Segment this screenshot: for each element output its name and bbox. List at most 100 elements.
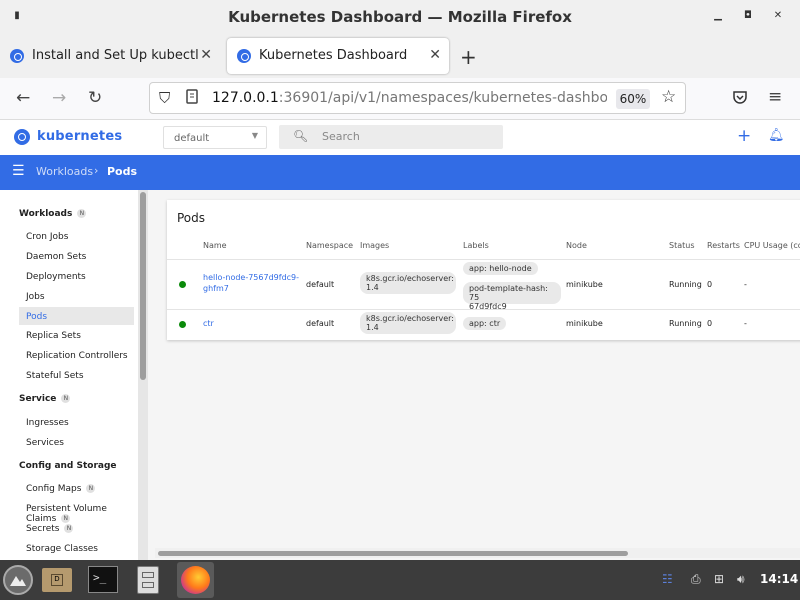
column-header-labels: Labels (463, 241, 489, 250)
main-horizontal-scrollbar-thumb[interactable] (158, 551, 628, 556)
hamburger-menu-icon[interactable]: ☰ (12, 163, 25, 179)
breadcrumb-workloads[interactable]: Workloads (36, 165, 93, 178)
sidebar-item-storage-classes[interactable]: Storage Classes (26, 544, 98, 554)
column-header-namespace[interactable]: Namespace (306, 241, 353, 250)
brand-name[interactable]: kubernetes (37, 129, 122, 144)
maximize-icon[interactable]: ◘ (741, 9, 755, 23)
search-input[interactable]: 🔍︎ Search (279, 125, 503, 149)
sidebar-scrollbar-thumb[interactable] (140, 192, 146, 380)
kubernetes-favicon-icon (10, 49, 24, 63)
taskbar: D >_ ☷ ⎙ ⊞ 🔊︎ 14:14 (0, 560, 800, 600)
sidebar-item-daemon-sets[interactable]: Daemon Sets (26, 252, 86, 262)
sidebar-section-workloads[interactable]: Workloads N (19, 209, 87, 219)
tab-kubectl-install[interactable]: Install and Set Up kubectl on ✕ (0, 38, 220, 74)
close-tab-icon[interactable]: ✕ (429, 47, 441, 63)
label-chip: pod-template-hash: 75 67d9fdc9 (463, 282, 561, 311)
firefox-taskbar-icon[interactable] (177, 562, 214, 598)
namespace-value: default (174, 133, 210, 144)
tab-strip: Install and Set Up kubectl on ✕ Kubernet… (0, 34, 800, 78)
sidebar-item-replica-sets[interactable]: Replica Sets (26, 331, 81, 341)
reload-icon[interactable]: ↻ (88, 88, 102, 108)
pod-cpu: - (744, 319, 747, 328)
volume-icon[interactable]: 🔊︎ (737, 572, 745, 587)
sidebar-section-config-storage[interactable]: Config and Storage (19, 461, 117, 471)
tab-kubernetes-dashboard[interactable]: Kubernetes Dashboard ✕ (227, 38, 449, 74)
window-titlebar: ▮ Kubernetes Dashboard — Mozilla Firefox… (0, 0, 800, 34)
sidebar-item-deployments[interactable]: Deployments (26, 272, 86, 282)
column-header-status[interactable]: Status (669, 241, 695, 250)
network-icon[interactable]: ⊞ (714, 572, 724, 586)
search-icon: 🔍︎ (293, 129, 309, 143)
namespaced-badge: N (77, 209, 87, 218)
file-manager-icon[interactable]: D (42, 568, 72, 592)
chevron-down-icon: ▼ (251, 131, 258, 140)
namespaced-badge: N (86, 484, 96, 493)
column-header-node[interactable]: Node (566, 241, 587, 250)
printer-icon[interactable]: ⎙ (691, 572, 701, 587)
sidebar-item-jobs[interactable]: Jobs (26, 292, 45, 302)
file-cabinet-icon[interactable] (137, 566, 159, 594)
sidebar-item-secrets[interactable]: Secrets N (26, 524, 74, 534)
namespace-select[interactable]: default ▼ (163, 126, 267, 149)
pod-cpu: - (744, 280, 747, 289)
forward-icon[interactable]: → (52, 88, 66, 108)
pod-name-link[interactable]: ctr (203, 319, 214, 328)
bookmark-star-icon[interactable]: ☆ (661, 87, 676, 107)
sidebar-item-config-maps[interactable]: Config Maps N (26, 484, 96, 494)
create-resource-icon[interactable]: + (737, 126, 751, 146)
tab-label: Kubernetes Dashboard (259, 48, 408, 63)
image-chip: k8s.gcr.io/echoserver: 1.4 (360, 272, 456, 294)
namespaced-badge: N (61, 514, 71, 523)
sidebar-item-stateful-sets[interactable]: Stateful Sets (26, 371, 84, 381)
sidebar-item-ingresses[interactable]: Ingresses (26, 418, 69, 428)
label-chip: app: ctr (463, 317, 507, 330)
status-running-icon (179, 321, 186, 328)
column-header-cpu-usage: CPU Usage (co (744, 241, 800, 250)
start-menu-icon[interactable] (3, 565, 33, 595)
card-title: Pods (177, 211, 206, 225)
pod-restarts: 0 (707, 319, 713, 328)
back-icon[interactable]: ← (16, 88, 30, 108)
sidebar-item-cron-jobs[interactable]: Cron Jobs (26, 232, 68, 242)
kubernetes-logo-icon[interactable] (14, 129, 30, 145)
toolbar-breadcrumb-bar: ☰ Workloads › Pods (0, 155, 800, 190)
search-placeholder: Search (322, 130, 360, 143)
pocket-icon[interactable] (732, 89, 748, 109)
column-header-images: Images (360, 241, 390, 250)
breadcrumb-current: Pods (107, 165, 138, 178)
sidebar-item-pods[interactable]: Pods (26, 312, 47, 322)
column-header-restarts[interactable]: Restarts (707, 241, 740, 250)
terminal-icon[interactable]: >_ (88, 566, 118, 593)
window-title: Kubernetes Dashboard — Mozilla Firefox (228, 8, 572, 26)
sidebar-section-service[interactable]: Service N (19, 394, 71, 404)
pod-name-link-cont[interactable]: ghfm7 (203, 284, 229, 293)
zoom-level-button[interactable]: 60% (616, 89, 650, 109)
page-info-icon[interactable] (184, 88, 202, 110)
status-running-icon (179, 281, 186, 288)
sidebar-nav: Workloads N Cron Jobs Daemon Sets Deploym… (0, 190, 138, 560)
table-divider (167, 259, 800, 260)
column-header-name[interactable]: Name (203, 241, 227, 250)
minimize-icon[interactable]: ▁ (711, 9, 725, 23)
notifications-bell-icon[interactable]: 🔔︎ (768, 128, 785, 143)
taskbar-clock[interactable]: 14:14 (760, 572, 798, 586)
pod-node: minikube (566, 280, 603, 289)
label-chip: app: hello-node (463, 262, 538, 275)
breadcrumb-separator-icon: › (94, 164, 99, 177)
close-tab-icon[interactable]: ✕ (200, 47, 212, 63)
close-window-icon[interactable]: ✕ (771, 9, 785, 23)
pod-name-link[interactable]: hello-node-7567d9fdc9- (203, 273, 299, 282)
dashboard-header: kubernetes default ▼ 🔍︎ Search + 🔔︎ (0, 120, 800, 155)
sidebar-item-persistent-volume-claims[interactable]: Persistent Volume Claims N (26, 504, 138, 524)
shield-icon[interactable]: ⛉ (159, 89, 170, 107)
sidebar-item-replication-controllers[interactable]: Replication Controllers (26, 351, 128, 361)
namespaced-badge: N (61, 394, 71, 403)
tab-label: Install and Set Up kubectl on (32, 48, 200, 63)
pod-status: Running (669, 319, 702, 328)
sidebar-item-services[interactable]: Services (26, 438, 64, 448)
new-tab-icon[interactable]: + (460, 45, 477, 69)
url-text[interactable]: 127.0.0.1:36901/api/v1/namespaces/kubern… (212, 90, 607, 106)
keyboard-layout-icon[interactable]: ☷ (662, 572, 673, 586)
app-menu-icon[interactable]: ≡ (768, 87, 782, 107)
url-bar[interactable]: ⛉ 127.0.0.1:36901/api/v1/namespaces/kube… (149, 82, 686, 114)
